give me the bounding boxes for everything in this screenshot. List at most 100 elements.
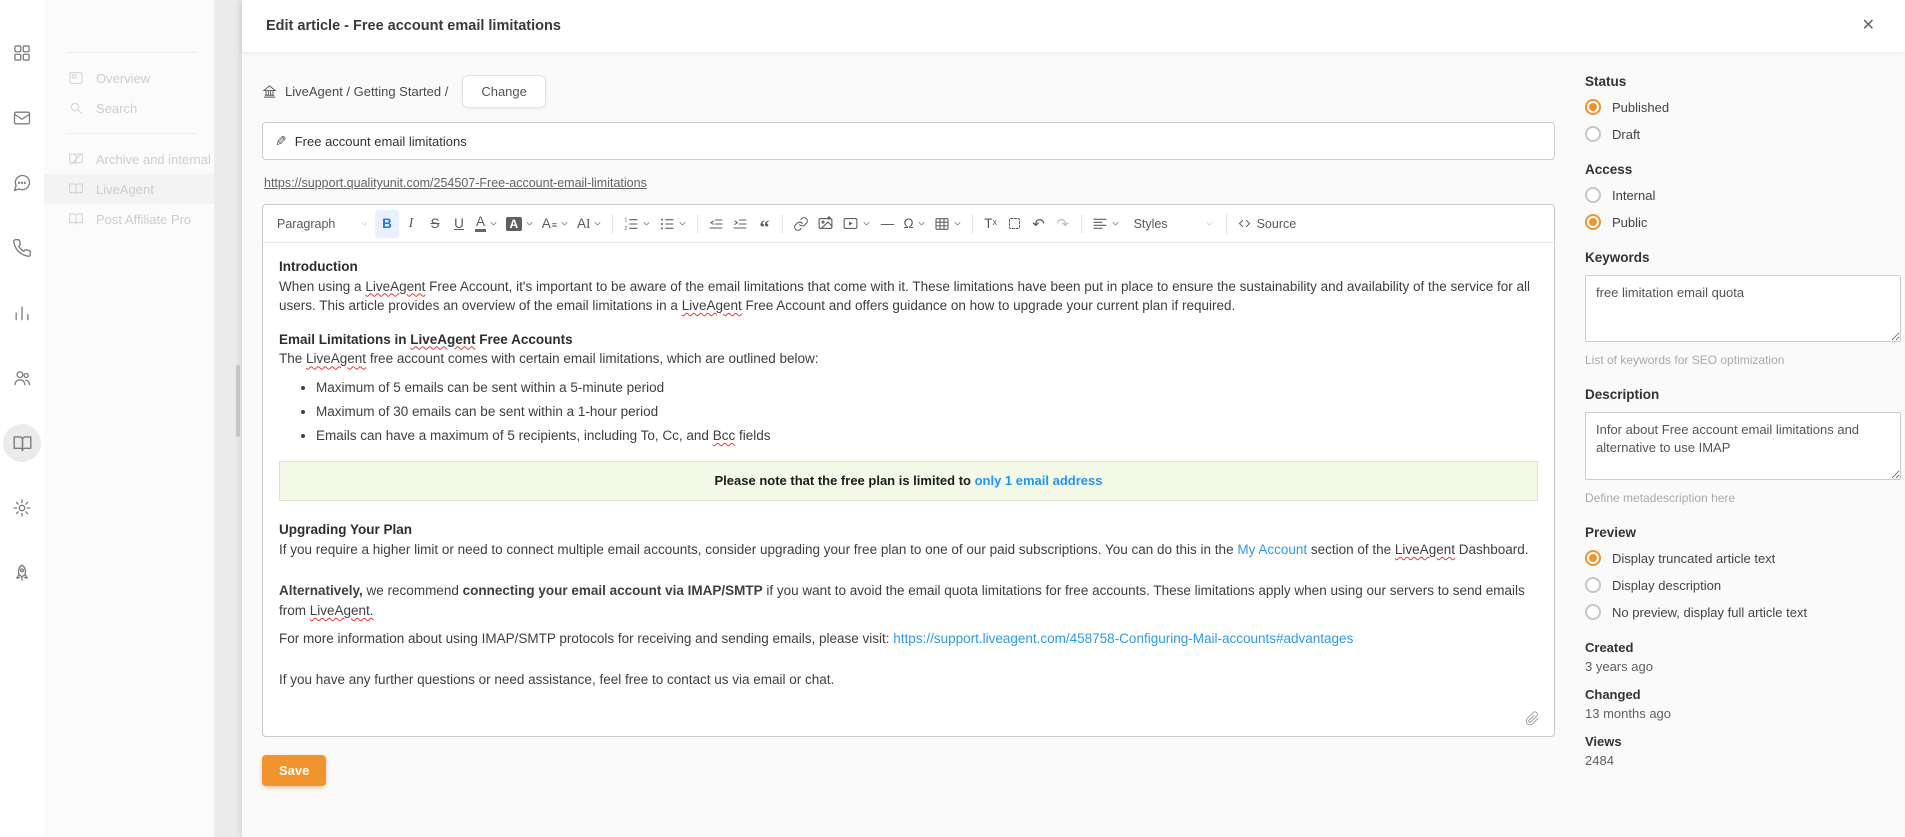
blockquote-button[interactable]: “: [752, 210, 776, 238]
preview-radio-display-description[interactable]: Display description: [1585, 577, 1901, 593]
font-size-button[interactable]: A≡: [538, 210, 573, 238]
book-icon: [68, 211, 84, 227]
modal-header: Edit article - Free account email limita…: [242, 0, 1905, 52]
reports-icon[interactable]: [3, 294, 41, 332]
editor-content[interactable]: IntroductionWhen using a LiveAgent Free …: [263, 243, 1554, 736]
ai-assistant-button[interactable]: AI: [573, 210, 607, 238]
rich-text-editor: ParagraphBISUAAA≡AI12“—ΩTx↶↷StylesSource…: [262, 204, 1555, 737]
increase-indent-button[interactable]: [728, 210, 752, 238]
radio-button[interactable]: [1585, 99, 1601, 115]
article-paragraph: The LiveAgent free account comes with ce…: [279, 349, 1538, 369]
chevron-down-icon: [593, 219, 602, 228]
article-title-input[interactable]: [295, 134, 1544, 149]
select-all-button[interactable]: [1003, 210, 1027, 238]
horizontal-line-button[interactable]: —: [875, 210, 899, 238]
apps-grid-icon[interactable]: [3, 34, 41, 72]
insert-media-button[interactable]: [838, 210, 875, 238]
rocket-icon[interactable]: [3, 554, 41, 592]
paperclip-icon[interactable]: [1525, 711, 1540, 726]
paragraph-spacer: [279, 621, 1538, 629]
inline-link[interactable]: My Account: [1237, 542, 1307, 557]
source-button[interactable]: Source: [1233, 210, 1301, 238]
change-category-button[interactable]: Change: [462, 75, 546, 108]
font-color-button[interactable]: A: [471, 210, 502, 238]
pencil-icon: ✎: [275, 133, 287, 150]
chevron-down-icon: [489, 219, 498, 228]
bold-button[interactable]: B: [375, 210, 399, 238]
insert-table-button[interactable]: [930, 210, 966, 238]
close-icon[interactable]: ✕: [1856, 14, 1881, 38]
sidebar-item-liveagent[interactable]: LiveAgent: [44, 174, 214, 204]
mail-icon[interactable]: [3, 99, 41, 137]
undo-button[interactable]: ↶: [1027, 210, 1051, 238]
article-url-link[interactable]: https://support.qualityunit.com/254507-F…: [264, 176, 647, 190]
keywords-textarea[interactable]: free limitation email quota: [1585, 275, 1901, 342]
sidebar-item-search[interactable]: Search: [44, 93, 214, 123]
sidebar-item-post-affiliate-pro[interactable]: Post Affiliate Pro: [44, 204, 214, 234]
access-group: AccessInternalPublic: [1585, 162, 1901, 230]
description-group: Description Infor about Free account ema…: [1585, 387, 1901, 505]
italic-button[interactable]: I: [399, 210, 423, 238]
status-radio-draft[interactable]: Draft: [1585, 126, 1901, 142]
styles-dropdown[interactable]: Styles: [1128, 210, 1220, 238]
decrease-indent-button[interactable]: [704, 210, 728, 238]
edit-article-modal: Edit article - Free account email limita…: [242, 0, 1905, 837]
article-title-field[interactable]: ✎: [262, 122, 1555, 160]
settings-icon[interactable]: [3, 489, 41, 527]
save-button[interactable]: Save: [262, 755, 326, 786]
customers-icon[interactable]: [3, 359, 41, 397]
description-textarea[interactable]: Infor about Free account email limitatio…: [1585, 412, 1901, 480]
status-radio-published[interactable]: Published: [1585, 99, 1901, 115]
toolbar-separator: [782, 214, 783, 234]
description-helper: Define metadescription here: [1585, 491, 1901, 505]
chat-icon[interactable]: [3, 164, 41, 202]
access-radio-internal[interactable]: Internal: [1585, 187, 1901, 203]
special-character-button[interactable]: Ω: [899, 210, 929, 238]
highlight-button[interactable]: A: [502, 210, 538, 238]
chevron-down-icon: [678, 219, 687, 228]
sidebar-item-overview[interactable]: Overview: [44, 63, 214, 93]
chevron-down-icon: [360, 219, 369, 228]
remove-format-button[interactable]: Tx: [979, 210, 1003, 238]
keywords-label: Keywords: [1585, 250, 1901, 265]
underline-button[interactable]: U: [447, 210, 471, 238]
divider: [66, 133, 196, 134]
preview-radio-display-truncated-article-text[interactable]: Display truncated article text: [1585, 550, 1901, 566]
article-heading: Email Limitations in LiveAgent Free Acco…: [279, 330, 1538, 350]
radio-button[interactable]: [1585, 187, 1601, 203]
keywords-group: Keywords free limitation email quota Lis…: [1585, 250, 1901, 367]
redo-button[interactable]: ↷: [1051, 210, 1075, 238]
search-icon: [68, 100, 84, 116]
numbered-list-button[interactable]: 12: [619, 210, 655, 238]
background-scrollbar[interactable]: [236, 365, 240, 437]
preview-radio-no-preview-display-full-article-text[interactable]: No preview, display full article text: [1585, 604, 1901, 620]
article-paragraph: For more information about using IMAP/SM…: [279, 629, 1538, 649]
meta-views: Views2484: [1585, 734, 1901, 768]
editor-toolbar: ParagraphBISUAAA≡AI12“—ΩTx↶↷StylesSource: [263, 205, 1554, 243]
status-group: StatusPublishedDraft: [1585, 74, 1901, 142]
sidebar-item-archive-and-internal[interactable]: Archive and internal: [44, 144, 214, 174]
radio-button[interactable]: [1585, 550, 1601, 566]
access-radio-public[interactable]: Public: [1585, 214, 1901, 230]
insert-image-button[interactable]: [813, 210, 838, 238]
toolbar-separator: [1226, 214, 1227, 234]
bank-icon: [262, 84, 277, 99]
phone-icon[interactable]: [3, 229, 41, 267]
radio-button[interactable]: [1585, 126, 1601, 142]
bullet-list-button[interactable]: [655, 210, 691, 238]
paragraph-dropdown[interactable]: Paragraph: [271, 210, 375, 238]
inline-link[interactable]: https://support.liveagent.com/458758-Con…: [893, 631, 1353, 646]
chevron-down-icon: [525, 219, 534, 228]
preview-group: PreviewDisplay truncated article textDis…: [1585, 525, 1901, 620]
description-label: Description: [1585, 387, 1901, 402]
radio-button[interactable]: [1585, 214, 1601, 230]
modal-title: Edit article - Free account email limita…: [266, 18, 561, 34]
keywords-helper: List of keywords for SEO optimization: [1585, 353, 1901, 367]
insert-link-button[interactable]: [789, 210, 813, 238]
knowledge-base-icon[interactable]: [3, 424, 41, 462]
align-button[interactable]: [1088, 210, 1124, 238]
radio-button[interactable]: [1585, 577, 1601, 593]
radio-button[interactable]: [1585, 604, 1601, 620]
inline-link[interactable]: only 1 email address: [975, 473, 1103, 488]
strikethrough-button[interactable]: S: [423, 210, 447, 238]
